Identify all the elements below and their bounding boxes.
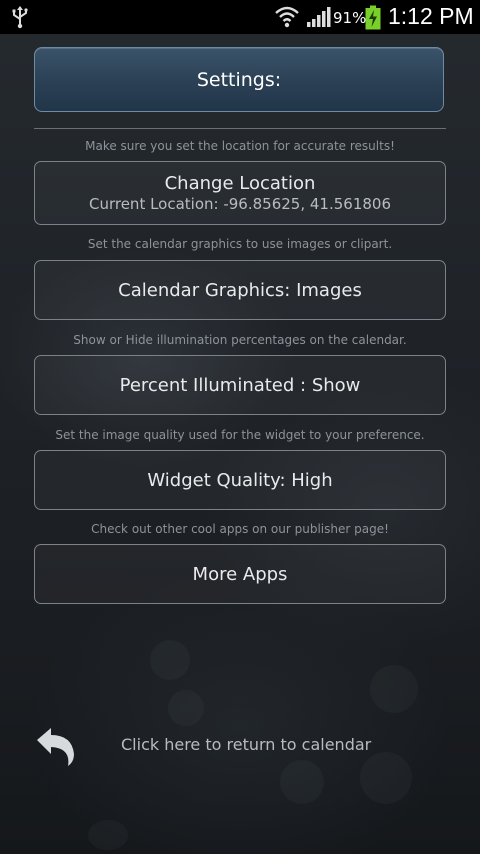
bokeh-decoration	[88, 820, 128, 850]
return-to-calendar-link[interactable]: Click here to return to calendar	[121, 735, 371, 754]
clock: 1:12 PM	[388, 3, 474, 29]
more-apps-button[interactable]: More Apps	[34, 544, 446, 604]
battery-charging-icon	[365, 5, 381, 30]
more-apps-hint: Check out other cool apps on our publish…	[91, 522, 389, 536]
calendar-graphics-button[interactable]: Calendar Graphics: Images	[34, 260, 446, 320]
widget-quality-label: Widget Quality: High	[147, 469, 333, 491]
calendar-graphics-hint: Set the calendar graphics to use images …	[87, 237, 393, 251]
status-bar: 91% 1:12 PM	[0, 0, 480, 34]
battery-percent: 91%	[333, 9, 367, 27]
usb-icon	[12, 6, 28, 29]
signal-icon	[307, 7, 331, 27]
back-arrow-icon[interactable]	[34, 726, 78, 768]
percent-illuminated-label: Percent Illuminated : Show	[119, 374, 361, 396]
current-location-text: Current Location: -96.85625, 41.561806	[88, 195, 391, 213]
more-apps-label: More Apps	[192, 563, 288, 585]
bokeh-decoration	[150, 640, 190, 680]
location-hint: Make sure you set the location for accur…	[85, 139, 395, 153]
percent-illuminated-button[interactable]: Percent Illuminated : Show	[34, 355, 446, 415]
widget-quality-hint: Set the image quality used for the widge…	[55, 428, 425, 442]
header-divider	[34, 128, 446, 129]
calendar-graphics-label: Calendar Graphics: Images	[118, 279, 362, 301]
change-location-label: Change Location	[164, 173, 316, 194]
change-location-button[interactable]: Change Location Current Location: -96.85…	[34, 161, 446, 225]
settings-header: Settings:	[34, 47, 444, 112]
wifi-icon	[275, 6, 299, 28]
bokeh-decoration	[168, 690, 204, 726]
bokeh-decoration	[280, 760, 324, 804]
widget-quality-button[interactable]: Widget Quality: High	[34, 450, 446, 510]
bokeh-decoration	[360, 752, 412, 804]
bokeh-decoration	[370, 665, 418, 713]
percent-illuminated-hint: Show or Hide illumination percentages on…	[73, 333, 407, 347]
